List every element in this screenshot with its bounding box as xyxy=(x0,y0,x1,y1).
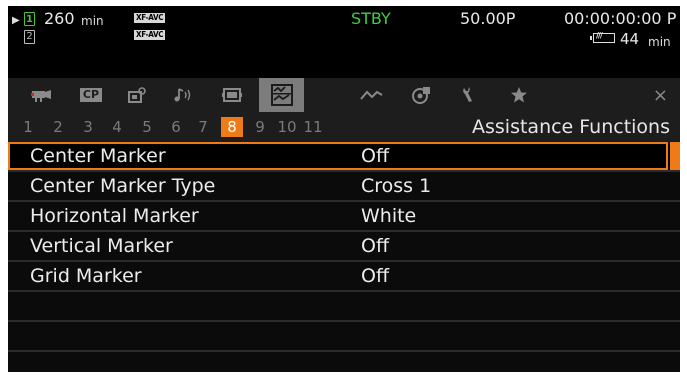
battery-unit: min xyxy=(648,35,671,49)
menu-tab-bar: CP × xyxy=(8,78,680,112)
menu-row-label: Center Marker Type xyxy=(30,175,216,197)
tab-system-setup[interactable] xyxy=(450,78,488,112)
tab-camera-setup[interactable] xyxy=(118,78,156,112)
star-icon xyxy=(511,87,527,103)
tab-camera[interactable] xyxy=(22,78,60,112)
play-indicator-icon: ▶ xyxy=(12,15,20,26)
page-number[interactable]: 6 xyxy=(168,117,184,137)
menu-row-label: Grid Marker xyxy=(30,265,142,287)
playback-icon xyxy=(412,87,430,104)
tab-my-menu[interactable] xyxy=(500,78,538,112)
audio-icon xyxy=(174,88,191,102)
menu-row-vertical-marker[interactable]: Vertical Marker Off xyxy=(8,232,680,262)
remaining-time-unit: min xyxy=(81,14,104,28)
menu-row-label: Horizontal Marker xyxy=(30,205,199,227)
page-number[interactable]: 10 xyxy=(276,117,298,137)
battery-remaining: 44 xyxy=(620,30,640,48)
battery-icon xyxy=(590,31,615,43)
section-title: Assistance Functions xyxy=(472,116,670,138)
page-number[interactable]: 3 xyxy=(80,117,96,137)
mode-indicator: STBY xyxy=(351,9,391,28)
frame-rate: 50.00P xyxy=(460,9,516,28)
menu-row-value: Off xyxy=(361,145,390,167)
custom-picture-icon: CP xyxy=(79,88,103,102)
recording-format-2: XF-AVC xyxy=(134,30,166,40)
menu-row-value: Off xyxy=(361,265,390,287)
selection-indicator xyxy=(670,142,680,170)
menu-row-value: Cross 1 xyxy=(361,175,432,197)
status-bar: ▶ 1 2 260 min XF-AVC XF-AVC STBY 50.00P … xyxy=(8,6,680,76)
tab-playback[interactable] xyxy=(402,78,440,112)
timecode-value: 00:00:00:00 xyxy=(564,9,662,28)
close-icon: × xyxy=(652,84,668,106)
page-number[interactable]: 4 xyxy=(109,117,125,137)
tab-audio[interactable] xyxy=(164,78,202,112)
menu-row-grid-marker[interactable]: Grid Marker Off xyxy=(8,262,680,292)
remaining-time: 260 xyxy=(44,9,75,28)
menu-row-center-marker[interactable]: Center Marker Off xyxy=(8,142,680,172)
tab-network[interactable] xyxy=(353,78,391,112)
page-selector: 1 2 3 4 5 6 7 8 9 10 11 Assistance Funct… xyxy=(8,112,680,142)
menu-row-horizontal-marker[interactable]: Horizontal Marker White xyxy=(8,202,680,232)
page-number[interactable]: 11 xyxy=(302,117,324,137)
recording-media-icon xyxy=(222,88,242,102)
page-number[interactable]: 7 xyxy=(195,117,211,137)
tab-assistance-functions[interactable] xyxy=(259,78,304,112)
camera-setup-icon xyxy=(128,87,146,103)
assistance-functions-icon xyxy=(270,84,293,106)
menu-row-value: Off xyxy=(361,235,390,257)
camera-screen: ▶ 1 2 260 min XF-AVC XF-AVC STBY 50.00P … xyxy=(8,6,680,372)
wrench-icon xyxy=(463,87,472,102)
menu-row-empty xyxy=(8,322,680,352)
menu-row-label: Vertical Marker xyxy=(30,235,173,257)
page-number[interactable]: 2 xyxy=(50,117,66,137)
close-button[interactable]: × xyxy=(653,78,668,112)
page-number-active[interactable]: 8 xyxy=(221,117,243,137)
menu-row-empty xyxy=(8,292,680,322)
timecode: 00:00:00:00 P xyxy=(564,11,676,27)
menu-row-center-marker-type[interactable]: Center Marker Type Cross 1 xyxy=(8,172,680,202)
recording-format-1: XF-AVC xyxy=(134,13,166,23)
page-number[interactable]: 5 xyxy=(139,117,155,137)
tab-recording-media[interactable] xyxy=(213,78,251,112)
card-slot-2-icon: 2 xyxy=(24,30,35,44)
menu-row-label: Center Marker xyxy=(30,145,166,167)
menu-row-empty xyxy=(8,352,680,372)
page-number[interactable]: 9 xyxy=(252,117,268,137)
camera-icon xyxy=(31,90,51,102)
timecode-suffix: P xyxy=(666,9,677,28)
card-slot-1-icon: 1 xyxy=(24,12,35,26)
menu-row-value: White xyxy=(361,205,417,227)
tab-custom-picture[interactable]: CP xyxy=(72,78,110,112)
network-icon xyxy=(360,90,383,100)
page-number[interactable]: 1 xyxy=(20,117,36,137)
